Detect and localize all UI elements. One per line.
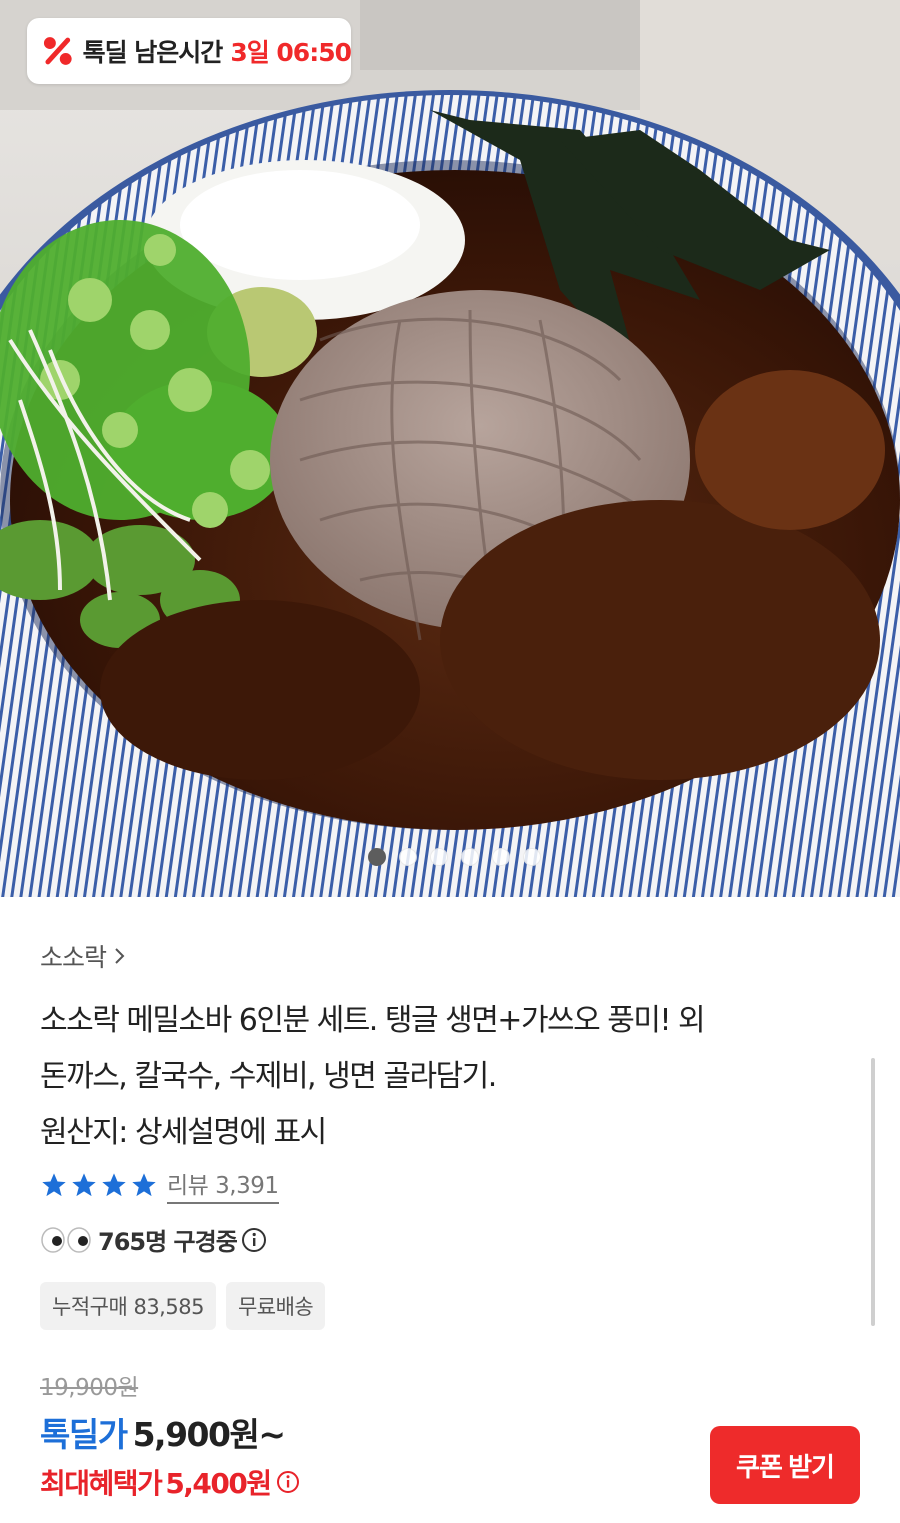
product-photo [0, 0, 900, 897]
carousel-dot[interactable] [368, 848, 386, 866]
viewing-text: 765명 구경중 [98, 1228, 238, 1256]
viewing-count-row: 765명 구경중 [40, 1222, 267, 1257]
star-icon [132, 1173, 156, 1197]
tag-free-shipping: 무료배송 [225, 1282, 326, 1330]
star-icon [42, 1173, 66, 1197]
eyes-icon [41, 1226, 91, 1253]
product-tags: 누적구매 83,585 무료배송 [40, 1282, 326, 1330]
review-count: 3,391 [215, 1173, 279, 1199]
seller-name: 소소락 [40, 943, 107, 972]
product-image-carousel[interactable]: 톡딜 남은시간 3일 06:50 [0, 0, 900, 897]
review-label: 리뷰 [167, 1173, 209, 1199]
star-icon [72, 1173, 96, 1197]
deal-price-row: 톡딜가 5,900원~ [40, 1408, 286, 1456]
scrollbar[interactable] [871, 1058, 875, 1326]
product-title: 소소락 메밀소바 6인분 세트. 탱글 생면+가쓰오 풍미! 외 돈까스, 칼국… [40, 1003, 706, 1150]
deal-timer-badge: 톡딜 남은시간 3일 06:50 [27, 18, 352, 84]
carousel-indicator [368, 848, 541, 866]
max-benefit-price: 5,400원 [165, 1467, 272, 1500]
review-link[interactable]: 리뷰 3,391 [167, 1166, 279, 1204]
star-icon [102, 1173, 126, 1197]
carousel-dot[interactable] [523, 848, 541, 866]
star-rating [40, 1171, 158, 1199]
carousel-dot[interactable] [399, 848, 417, 866]
carousel-dot[interactable] [492, 848, 510, 866]
seller-link[interactable]: 소소락 [40, 938, 128, 974]
original-price: 19,900원 [40, 1375, 139, 1401]
deal-price: 5,900원~ [132, 1415, 286, 1454]
max-benefit-label: 최대혜택가 [40, 1467, 163, 1500]
rating-row: 리뷰 3,391 [40, 1166, 279, 1204]
deal-timer-label: 톡딜 남은시간 [82, 38, 224, 67]
deal-price-label: 톡딜가 [40, 1415, 128, 1454]
chevron-right-icon [115, 948, 125, 964]
tag-cumulative-sales: 누적구매 83,585 [40, 1282, 216, 1330]
deal-timer-remaining: 3일 06:50 [230, 38, 352, 67]
carousel-dot[interactable] [430, 848, 448, 866]
percent-icon [43, 37, 72, 65]
info-icon[interactable] [276, 1470, 300, 1494]
info-icon[interactable] [241, 1227, 267, 1253]
carousel-dot[interactable] [461, 848, 479, 866]
max-benefit-row: 최대혜택가 5,400원 [40, 1462, 300, 1502]
get-coupon-button[interactable]: 쿠폰 받기 [710, 1426, 860, 1504]
